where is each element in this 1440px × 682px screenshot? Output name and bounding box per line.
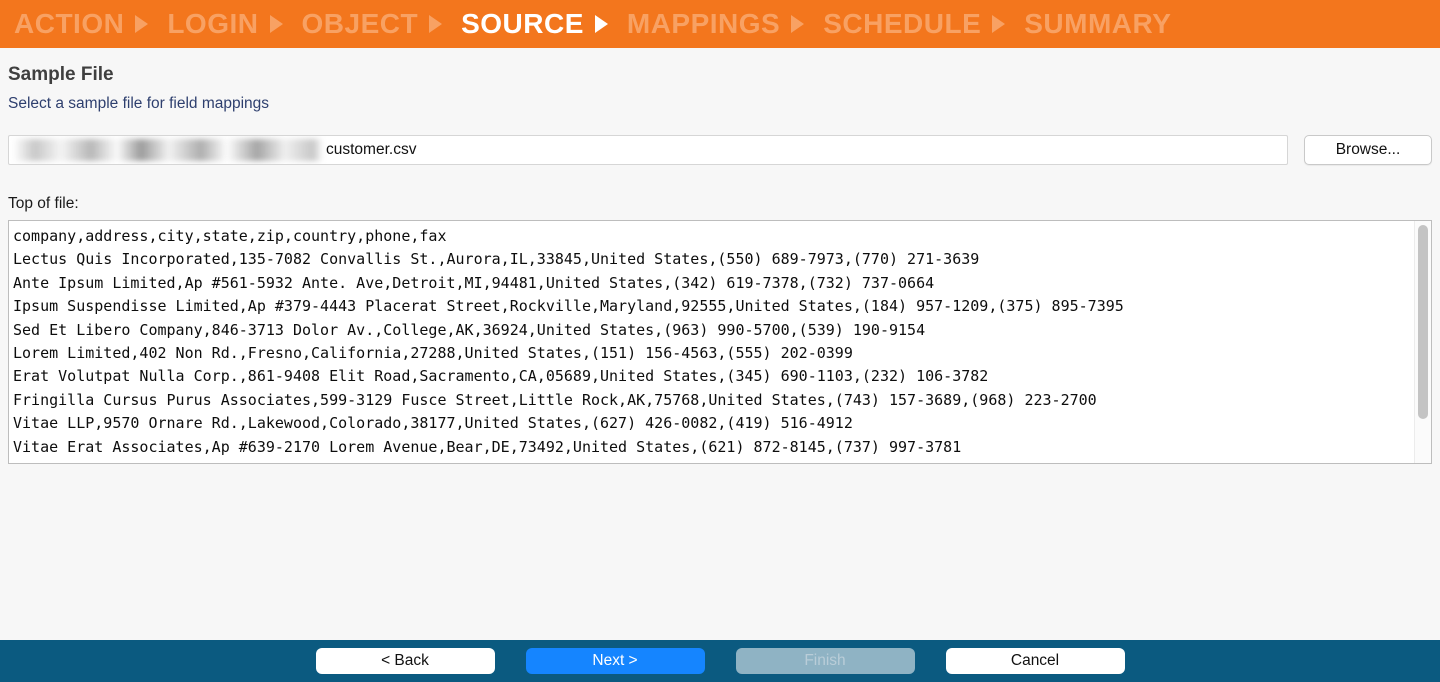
cancel-button[interactable]: Cancel: [946, 648, 1125, 674]
file-preview-panel[interactable]: company,address,city,state,zip,country,p…: [8, 220, 1432, 464]
back-button[interactable]: < Back: [316, 648, 495, 674]
wizard-step-label: LOGIN: [167, 10, 258, 38]
file-preview-scrollbar[interactable]: [1414, 221, 1431, 463]
chevron-right-icon: [791, 15, 804, 33]
sample-file-name: customer.csv: [326, 141, 416, 159]
chevron-right-icon: [595, 15, 608, 33]
wizard-step-mappings[interactable]: MAPPINGS: [627, 10, 815, 38]
wizard-step-label: OBJECT: [302, 10, 419, 38]
wizard-step-summary[interactable]: SUMMARY: [1024, 10, 1171, 38]
wizard-step-object[interactable]: OBJECT: [302, 10, 454, 38]
file-preview-scrollbar-thumb[interactable]: [1418, 225, 1428, 419]
file-preview-text: company,address,city,state,zip,country,p…: [9, 221, 1414, 463]
sample-file-path-input[interactable]: customer.csv: [8, 135, 1288, 165]
wizard-step-action[interactable]: ACTION: [14, 10, 159, 38]
wizard-step-label: SOURCE: [461, 10, 584, 38]
chevron-right-icon: [135, 15, 148, 33]
browse-button[interactable]: Browse...: [1304, 135, 1432, 165]
chevron-right-icon: [992, 15, 1005, 33]
wizard-step-source[interactable]: SOURCE: [461, 10, 619, 38]
finish-button: Finish: [736, 648, 915, 674]
sample-file-row: customer.csv Browse...: [8, 135, 1432, 165]
wizard-step-schedule[interactable]: SCHEDULE: [823, 10, 1016, 38]
wizard-step-label: MAPPINGS: [627, 10, 780, 38]
chevron-right-icon: [429, 15, 442, 33]
next-button[interactable]: Next >: [526, 648, 705, 674]
page-subtitle: Select a sample file for field mappings: [8, 95, 1432, 113]
page-title: Sample File: [8, 64, 1432, 86]
wizard-footer: < Back Next > Finish Cancel: [0, 640, 1440, 682]
wizard-step-label: ACTION: [14, 10, 124, 38]
top-of-file-label: Top of file:: [8, 195, 1432, 213]
wizard-step-login[interactable]: LOGIN: [167, 10, 293, 38]
redacted-path-blur: [13, 139, 323, 161]
wizard-step-label: SUMMARY: [1024, 10, 1171, 38]
wizard-step-label: SCHEDULE: [823, 10, 981, 38]
wizard-step-bar: ACTION LOGIN OBJECT SOURCE MAPPINGS SCHEDULE S…: [0, 0, 1440, 48]
chevron-right-icon: [270, 15, 283, 33]
content-pane: Sample File Select a sample file for fie…: [0, 48, 1440, 640]
